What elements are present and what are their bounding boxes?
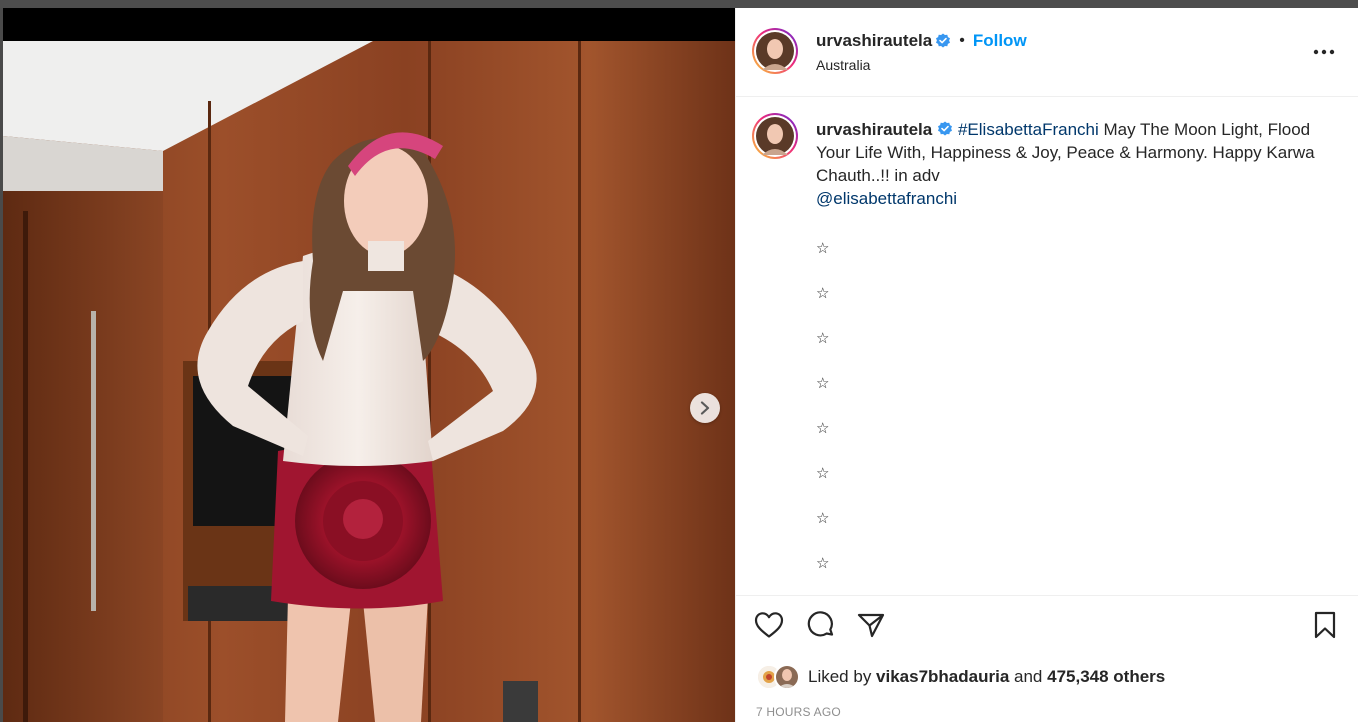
chevron-right-icon bbox=[700, 401, 710, 415]
caption-star: ☆ bbox=[816, 285, 830, 302]
caption-stars: ☆ ☆ ☆ ☆ ☆ ☆ ☆ ☆ bbox=[816, 239, 830, 595]
caption-star: ☆ bbox=[816, 375, 830, 392]
liker-avatar-image bbox=[776, 666, 798, 688]
comment-icon bbox=[807, 611, 834, 637]
caption-hashtag-link[interactable]: #ElisabettaFranchi bbox=[958, 120, 1099, 139]
caption-username[interactable]: urvashirautela bbox=[816, 120, 932, 139]
author-avatar[interactable] bbox=[752, 28, 798, 74]
post-modal: urvashirautela • Follow Australia urvash… bbox=[3, 8, 1358, 722]
post-media[interactable] bbox=[3, 8, 735, 722]
header-separator: • bbox=[959, 32, 965, 49]
liker-username[interactable]: vikas7bhadauria bbox=[876, 667, 1009, 686]
bookmark-icon bbox=[1314, 611, 1336, 639]
post-header: urvashirautela • Follow Australia bbox=[736, 8, 1358, 97]
post-timestamp[interactable]: 7 HOURS AGO bbox=[756, 705, 841, 719]
author-username[interactable]: urvashirautela bbox=[816, 31, 932, 51]
more-options-button[interactable] bbox=[1312, 40, 1336, 64]
save-button[interactable] bbox=[1308, 608, 1342, 642]
caption-star: ☆ bbox=[816, 240, 830, 257]
comment-button[interactable] bbox=[804, 608, 838, 642]
avatar-image bbox=[756, 32, 794, 70]
caption-mention-link[interactable]: @elisabettafranchi bbox=[816, 189, 957, 208]
share-icon bbox=[857, 613, 885, 638]
caption-star: ☆ bbox=[816, 510, 830, 527]
like-button[interactable] bbox=[752, 608, 786, 642]
post-actions-bar bbox=[736, 608, 1358, 650]
more-options-icon bbox=[1313, 49, 1335, 55]
post-photo bbox=[3, 41, 735, 722]
caption-star: ☆ bbox=[816, 330, 830, 347]
verified-badge-icon bbox=[936, 33, 951, 48]
next-image-button[interactable] bbox=[690, 393, 720, 423]
likes-summary: Liked by vikas7bhadauria and 475,348 oth… bbox=[756, 664, 1165, 690]
caption-author-avatar[interactable] bbox=[752, 113, 798, 159]
follow-button[interactable]: Follow bbox=[973, 31, 1027, 51]
likes-prefix: Liked by bbox=[808, 667, 877, 686]
caption-text: urvashirautela #ElisabettaFranchi May Th… bbox=[816, 118, 1336, 210]
share-button[interactable] bbox=[854, 608, 888, 642]
caption-area: urvashirautela #ElisabettaFranchi May Th… bbox=[736, 97, 1358, 596]
caption-star: ☆ bbox=[816, 555, 830, 572]
verified-badge-icon bbox=[938, 121, 953, 136]
likes-joiner: and bbox=[1009, 667, 1048, 686]
liker-avatar[interactable] bbox=[774, 664, 800, 690]
window-top-bar bbox=[0, 0, 1358, 8]
caption-star: ☆ bbox=[816, 420, 830, 437]
heart-icon bbox=[754, 612, 784, 638]
likes-count-link[interactable]: 475,348 others bbox=[1047, 667, 1165, 686]
likes-text: Liked by vikas7bhadauria and 475,348 oth… bbox=[808, 667, 1165, 687]
post-location[interactable]: Australia bbox=[816, 57, 870, 73]
caption-star: ☆ bbox=[816, 465, 830, 482]
avatar-image bbox=[756, 117, 794, 155]
post-side-panel: urvashirautela • Follow Australia urvash… bbox=[735, 8, 1358, 722]
